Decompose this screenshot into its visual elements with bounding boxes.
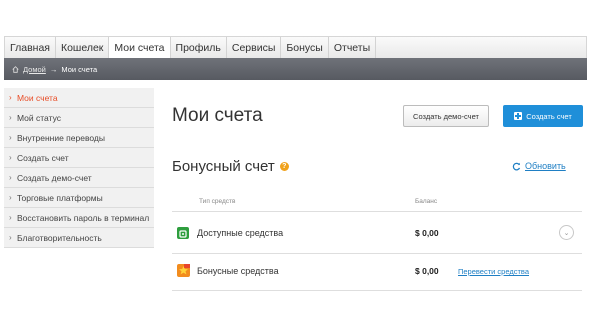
sidebar-item-restore-password[interactable]: › Восстановить пароль в терминал [4,208,154,228]
sidebar-item-label: Создать счет [17,152,69,163]
breadcrumb-current: Мои счета [61,64,98,74]
wallet-icon [177,227,189,239]
chevron-right-icon: › [9,153,12,162]
chevron-down-glyph: ⌄ [563,229,570,237]
sidebar-item-label: Создать демо-счет [17,172,92,183]
create-account-label: Создать счет [526,111,572,121]
sidebar-item-create-account[interactable]: › Создать счет [4,148,154,168]
chevron-right-icon: › [9,233,12,242]
breadcrumb: Домой → Мои счета [4,58,587,80]
sidebar-item-label: Мои счета [17,92,58,103]
column-header-type: Тип средств [199,198,236,205]
expand-toggle[interactable]: $ 0,00 ⌄ [559,225,574,240]
refresh-icon [512,162,521,170]
tab-services[interactable]: Сервисы [227,37,282,58]
sidebar-item-my-accounts[interactable]: › Мои счета [4,88,154,108]
sidebar-item-label: Внутренние переводы [17,132,106,143]
sidebar-item-label: Благотворительность [17,232,102,243]
chevron-right-icon: › [9,213,12,222]
sidebar-item-my-status[interactable]: › Мой статус [4,108,154,128]
chevron-right-icon: › [9,173,12,182]
available-funds-label: Доступные средства [197,228,284,238]
plus-icon [514,112,523,120]
sidebar-item-label: Мой статус [17,112,61,123]
top-nav: Главная Кошелек Мои счета Профиль Сервис… [4,36,587,58]
refresh-label: Обновить [525,161,566,171]
section-title-text: Бонусный счет [172,158,275,175]
sidebar-item-charity[interactable]: › Благотворительность [4,228,154,248]
sidebar-item-internal-transfers[interactable]: › Внутренние переводы [4,128,154,148]
bonus-funds-amount: $ 0,00 [415,266,439,276]
tab-my-accounts[interactable]: Мои счета [109,37,171,58]
tab-reports[interactable]: Отчеты [329,37,377,58]
section-title: Бонусный счет ? [172,158,289,175]
page-title: Мои счета [172,105,263,126]
home-icon [12,65,19,73]
refresh-link[interactable]: Обновить [512,161,566,171]
sidebar-item-create-demo-account[interactable]: › Создать демо-счет [4,168,154,188]
chevron-right-icon: › [9,193,12,202]
breadcrumb-home-link[interactable]: Домой [23,65,46,74]
chevron-right-icon: › [9,113,12,122]
bonus-funds-label: Бонусные средства [197,266,279,276]
sidebar-item-label: Торговые платформы [17,192,103,203]
tab-profile[interactable]: Профиль [171,37,227,58]
breadcrumb-separator: → [49,64,58,74]
chevron-right-icon: › [9,133,12,142]
column-header-balance: Баланс [415,198,438,205]
bonus-star-icon [177,264,190,277]
divider [172,290,582,291]
sidebar-item-trading-platforms[interactable]: › Торговые платформы [4,188,154,208]
sidebar: › Мои счета › Мой статус › Внутренние пе… [4,88,154,248]
sidebar-item-label: Восстановить пароль в терминал [17,212,150,223]
divider [172,211,582,212]
available-funds-amount: $ 0,00 [415,228,439,238]
tab-wallet[interactable]: Кошелек [56,37,110,58]
tab-home[interactable]: Главная [5,37,56,58]
transfer-funds-link[interactable]: Перевести средства [458,267,529,276]
tab-bonuses[interactable]: Бонусы [281,37,329,58]
create-demo-account-button[interactable]: Создать демо-счет [403,105,489,127]
chevron-right-icon: › [9,93,12,102]
help-icon[interactable]: ? [279,162,289,171]
create-account-button[interactable]: Создать счет [503,105,583,127]
divider [172,253,582,254]
